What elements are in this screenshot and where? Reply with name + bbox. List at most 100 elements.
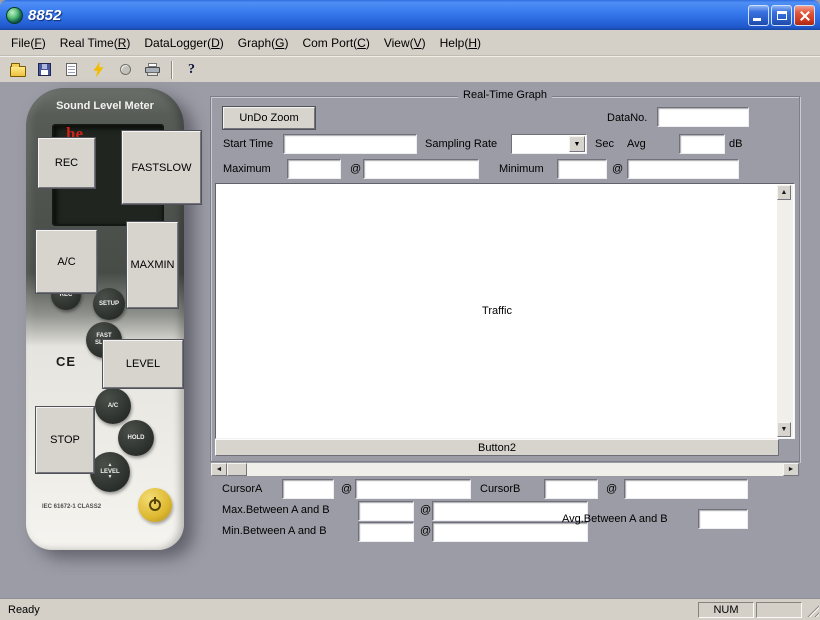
graph-horizontal-scrollbar[interactable]: ◄ ► — [210, 462, 800, 477]
sampling-rate-select[interactable]: ▼ — [511, 134, 587, 154]
minimum-at-label: @ — [612, 163, 623, 175]
document-icon — [66, 63, 77, 76]
device-cert-label: IEC 61672-1 CLASS2 — [42, 504, 101, 510]
minimize-icon — [753, 18, 761, 21]
min-between-value-field[interactable] — [358, 522, 414, 542]
menubar: File(F) Real Time(R) DataLogger(D) Graph… — [0, 30, 820, 56]
save-button[interactable] — [33, 59, 56, 81]
main-area: Sound Level Meter he REC SETUP FASTSLOW … — [0, 82, 820, 598]
device-level-key: ▲ LEVEL ▼ — [90, 452, 130, 492]
device-setup-key: SETUP — [93, 288, 125, 320]
maximum-label: Maximum — [223, 163, 271, 175]
device-ac-key: A/C — [95, 388, 131, 424]
menu-help[interactable]: Help(H) — [433, 31, 488, 55]
combo-dropdown-icon[interactable]: ▼ — [569, 136, 585, 152]
sec-label: Sec — [595, 138, 614, 150]
real-time-graph-group: Real-Time Graph UnDo Zoom DataNo. Start … — [210, 96, 800, 462]
help-icon: ? — [188, 62, 195, 78]
maximum-value-field[interactable] — [287, 159, 341, 179]
avg-between-label: Avg.Between A and B — [562, 513, 668, 525]
status-extra-pane — [756, 602, 802, 618]
device-ce-mark: CE — [56, 354, 76, 369]
scroll-right-icon[interactable]: ► — [783, 463, 799, 476]
app-icon — [6, 7, 23, 24]
menu-file[interactable]: File(F) — [4, 31, 53, 55]
lightning-icon — [93, 62, 105, 78]
cursor-b-label: CursorB — [480, 483, 520, 495]
min-between-time-field[interactable] — [432, 522, 588, 542]
print-button[interactable] — [141, 59, 164, 81]
maxmin-button[interactable]: MAXMIN — [127, 222, 178, 308]
start-time-label: Start Time — [223, 138, 273, 150]
connect-button[interactable] — [87, 59, 110, 81]
scroll-up-icon[interactable]: ▲ — [777, 185, 791, 200]
maximum-time-field[interactable] — [363, 159, 479, 179]
toolbar: ? — [0, 56, 820, 82]
resize-grip[interactable] — [804, 602, 819, 617]
minimum-time-field[interactable] — [627, 159, 739, 179]
power-icon — [149, 499, 161, 511]
avg-between-value-field[interactable] — [698, 509, 748, 529]
open-folder-icon — [10, 66, 26, 77]
menu-com-port[interactable]: Com Port(C) — [295, 31, 376, 55]
record-circle-icon — [120, 64, 131, 75]
min-between-label: Min.Between A and B — [222, 525, 327, 537]
statusbar: Ready NUM — [0, 598, 820, 620]
sampling-rate-label: Sampling Rate — [425, 138, 497, 150]
titlebar: 8852 — [0, 0, 820, 30]
minimize-button[interactable] — [748, 5, 769, 26]
min-between-at-label: @ — [420, 525, 431, 537]
level-button[interactable]: LEVEL — [103, 340, 183, 388]
export-button[interactable] — [60, 59, 83, 81]
maximum-at-label: @ — [350, 163, 361, 175]
save-icon — [38, 63, 51, 76]
group-title: Real-Time Graph — [458, 89, 552, 101]
status-text: Ready — [0, 604, 698, 616]
rec-button[interactable]: REC — [38, 138, 95, 188]
graph-vertical-scrollbar[interactable]: ▲ ▼ — [777, 185, 793, 437]
minimum-value-field[interactable] — [557, 159, 607, 179]
db-label: dB — [729, 138, 742, 150]
scrollbar-thumb[interactable] — [227, 463, 247, 476]
level-down-icon: ▼ — [108, 475, 113, 481]
avg-field[interactable] — [679, 134, 725, 154]
app-window: 8852 File(F) Real Time(R) DataLogger(D) … — [0, 0, 820, 620]
close-button[interactable] — [794, 5, 815, 26]
data-no-field[interactable] — [657, 107, 749, 127]
help-button[interactable]: ? — [180, 59, 203, 81]
scroll-left-icon[interactable]: ◄ — [211, 463, 227, 476]
graph-plot[interactable]: Traffic — [217, 185, 777, 437]
menu-datalogger[interactable]: DataLogger(D) — [137, 31, 230, 55]
minimum-label: Minimum — [499, 163, 544, 175]
graph-area: Traffic ▲ ▼ — [215, 183, 795, 439]
maximize-button[interactable] — [771, 5, 792, 26]
menu-view[interactable]: View(V) — [377, 31, 433, 55]
data-no-label: DataNo. — [607, 112, 647, 124]
cursor-b-value-field[interactable] — [544, 479, 598, 499]
device-power-key — [138, 488, 172, 522]
scroll-down-icon[interactable]: ▼ — [777, 422, 791, 437]
window-title: 8852 — [28, 7, 61, 24]
undo-zoom-button[interactable]: UnDo Zoom — [223, 107, 315, 129]
stop-button[interactable] — [114, 59, 137, 81]
cursor-b-time-field[interactable] — [624, 479, 748, 499]
device-brand-label: Sound Level Meter — [26, 100, 184, 112]
max-between-value-field[interactable] — [358, 501, 414, 521]
ac-button[interactable]: A/C — [36, 230, 97, 293]
printer-icon — [145, 63, 160, 77]
max-between-at-label: @ — [420, 504, 431, 516]
stop-button-overlay[interactable]: STOP — [36, 407, 94, 473]
open-button[interactable] — [6, 59, 29, 81]
device-hold-key: HOLD — [118, 420, 154, 456]
maximize-icon — [777, 11, 787, 20]
start-time-field[interactable] — [283, 134, 417, 154]
avg-label: Avg — [627, 138, 646, 150]
cursor-a-at-label: @ — [341, 483, 352, 495]
button2[interactable]: Button2 — [215, 439, 779, 456]
menu-graph[interactable]: Graph(G) — [231, 31, 296, 55]
menu-real-time[interactable]: Real Time(R) — [53, 31, 138, 55]
fastslow-button[interactable]: FASTSLOW — [122, 131, 201, 204]
cursor-b-at-label: @ — [606, 483, 617, 495]
cursor-a-time-field[interactable] — [355, 479, 471, 499]
cursor-a-value-field[interactable] — [282, 479, 334, 499]
